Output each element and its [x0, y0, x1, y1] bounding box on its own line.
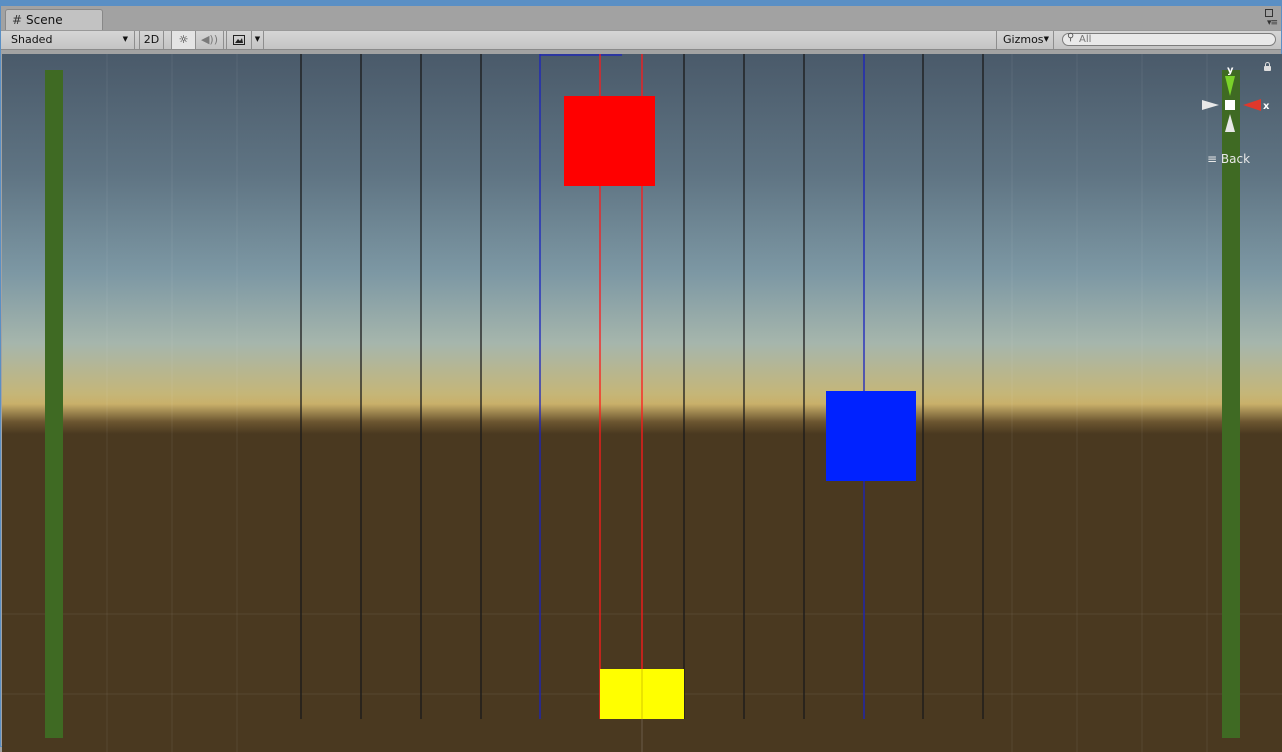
2d-mode-button[interactable]: 2D: [139, 31, 164, 49]
view-label[interactable]: ≡ Back: [1207, 152, 1250, 166]
grid-hash-icon: #: [12, 13, 23, 27]
image-icon: [233, 35, 245, 45]
scene-objects: [300, 54, 984, 719]
dropdown-caret-icon: ▼: [1043, 35, 1049, 43]
axis-x-arrow-icon[interactable]: [1243, 99, 1261, 111]
panel-menu-icon[interactable]: ▾≡: [1267, 18, 1278, 28]
scene-viewport[interactable]: y x ≡ Back: [2, 54, 1282, 752]
effects-dropdown-caret-icon[interactable]: ▼: [252, 31, 264, 49]
lock-icon[interactable]: [1264, 62, 1271, 71]
axis-neg-y-arrow-icon[interactable]: [1225, 114, 1235, 132]
effects-toggle-button[interactable]: [226, 31, 252, 49]
window-controls: ▾≡: [1257, 8, 1278, 30]
red-block[interactable]: [564, 96, 655, 186]
blue-block[interactable]: [826, 391, 916, 481]
lighting-toggle-button[interactable]: ☼: [171, 31, 196, 49]
tab-scene[interactable]: # Scene: [5, 9, 103, 31]
tab-scene-label: Scene: [26, 13, 63, 27]
axis-neg-x-arrow-icon[interactable]: [1202, 100, 1219, 110]
view-label-text: Back: [1220, 152, 1251, 166]
scene-window: # Scene ▾≡ Shaded ▼ 2D ☼ ◀)) ▼ Gizmos ▼ …: [0, 0, 1282, 752]
maximize-icon[interactable]: [1265, 9, 1273, 17]
dropdown-caret-icon: ▼: [122, 35, 128, 43]
search-icon: ⚲: [1067, 32, 1075, 43]
scene-search-field[interactable]: ⚲: [1062, 32, 1276, 46]
tab-bar: # Scene ▾≡: [1, 6, 1281, 31]
draw-mode-label: Shaded: [11, 33, 53, 46]
gizmo-center-cube[interactable]: [1225, 100, 1235, 110]
speaker-icon: ◀)): [200, 33, 219, 46]
menu-lines-icon: ≡: [1207, 152, 1218, 166]
sun-icon: ☼: [178, 33, 189, 46]
scene-search-input[interactable]: [1079, 34, 1269, 45]
axis-y-label: y: [1227, 65, 1234, 76]
gizmos-label: Gizmos: [1003, 33, 1044, 46]
draw-mode-dropdown[interactable]: Shaded ▼: [1, 31, 135, 49]
scene-toolbar: Shaded ▼ 2D ☼ ◀)) ▼ Gizmos ▼ ⚲: [1, 30, 1281, 50]
orientation-gizmo[interactable]: y x: [1197, 64, 1272, 149]
audio-toggle-button[interactable]: ◀)): [196, 31, 224, 49]
axis-x-label: x: [1263, 101, 1270, 112]
axis-y-arrow-icon[interactable]: [1225, 76, 1235, 96]
gizmos-dropdown[interactable]: Gizmos ▼: [996, 31, 1054, 49]
